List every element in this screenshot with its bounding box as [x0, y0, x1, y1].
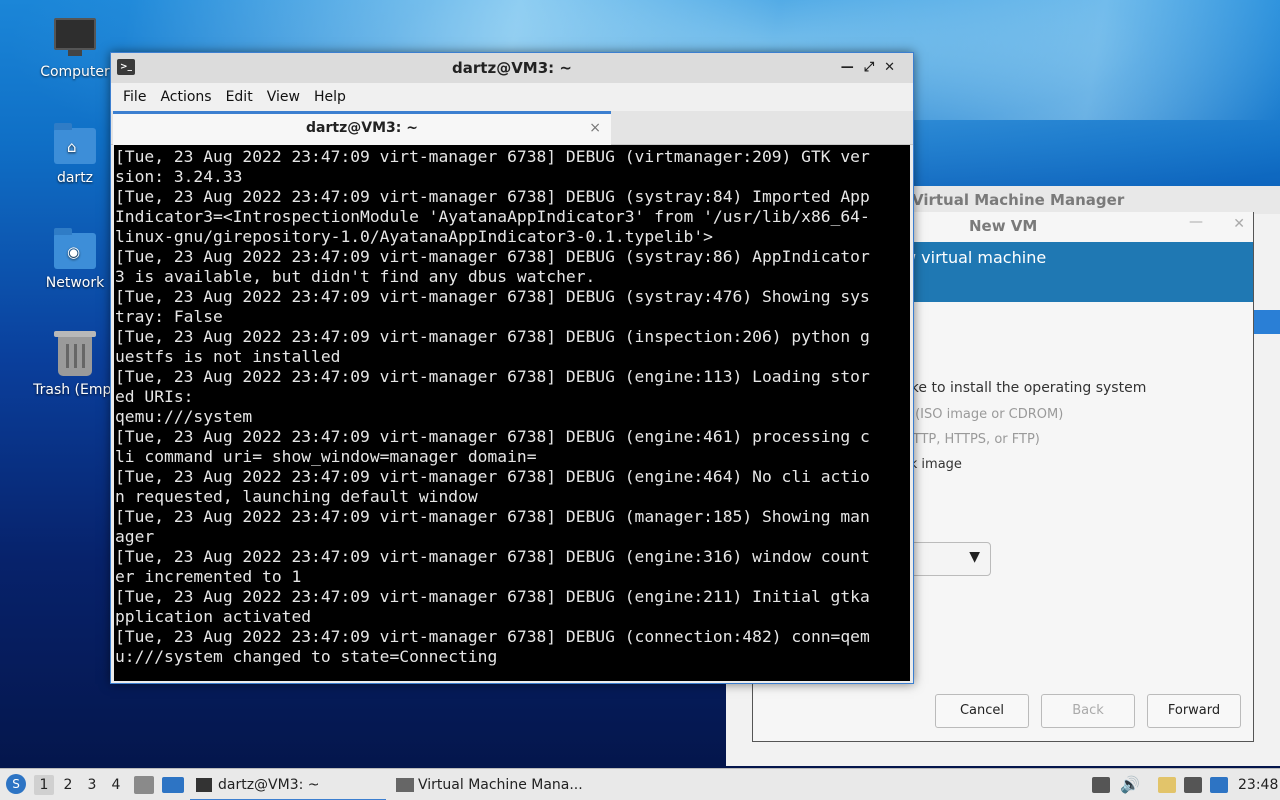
clipboard-icon[interactable]: [1158, 777, 1176, 793]
tab-bar: dartz@VM3: ~ ×: [111, 111, 913, 145]
terminal-line: sion: 3.24.33: [115, 167, 243, 186]
network-folder-icon: ◉: [54, 228, 96, 269]
terminal-line: [Tue, 23 Aug 2022 23:47:09 virt-manager …: [115, 547, 870, 566]
desktop-launcher-icon[interactable]: [162, 777, 184, 793]
terminal-line: [Tue, 23 Aug 2022 23:47:09 virt-manager …: [115, 147, 870, 166]
terminal-line: n requested, launching default window: [115, 487, 478, 506]
terminal-line: ager: [115, 527, 155, 546]
terminal-line: [Tue, 23 Aug 2022 23:47:09 virt-manager …: [115, 247, 870, 266]
clock[interactable]: 23:48: [1238, 769, 1278, 800]
menu-help[interactable]: Help: [310, 83, 356, 111]
task-label: Virtual Machine Mana...: [418, 777, 583, 793]
minimize-icon[interactable]: —: [841, 60, 864, 75]
terminal-output[interactable]: [Tue, 23 Aug 2022 23:47:09 virt-manager …: [114, 145, 910, 681]
task-terminal[interactable]: dartz@VM3: ~: [190, 769, 386, 800]
terminal-line: [Tue, 23 Aug 2022 23:47:09 virt-manager …: [115, 507, 870, 526]
terminal-line: er incremented to 1: [115, 567, 302, 586]
close-icon[interactable]: ✕: [1233, 216, 1245, 232]
computer-icon: [54, 18, 96, 56]
taskbar: S 1 2 3 4 dartz@VM3: ~ Virtual Machine M…: [0, 768, 1280, 800]
minimize-icon[interactable]: —: [1189, 214, 1203, 230]
option-network-install[interactable]: HTTP, HTTPS, or FTP): [903, 432, 1040, 447]
terminal-line: [Tue, 23 Aug 2022 23:47:09 virt-manager …: [115, 587, 870, 606]
back-button[interactable]: Back: [1041, 694, 1135, 728]
workspace-1[interactable]: 1: [34, 775, 54, 795]
terminal-line: [Tue, 23 Aug 2022 23:47:09 virt-manager …: [115, 427, 870, 446]
close-icon[interactable]: ✕: [884, 60, 905, 75]
tray-up-arrow-icon[interactable]: [1092, 777, 1110, 793]
home-folder-icon: ⌂: [54, 123, 96, 164]
terminal-line: pplication activated: [115, 607, 312, 626]
terminal-icon: [196, 778, 212, 792]
terminal-icon: >_: [117, 59, 135, 75]
tab-terminal[interactable]: dartz@VM3: ~ ×: [113, 111, 611, 145]
terminal-line: tray: False: [115, 307, 223, 326]
terminal-line: Indicator3=<IntrospectionModule 'Ayatana…: [115, 207, 870, 226]
window-title: dartz@VM3: ~: [452, 59, 572, 77]
workspace-4[interactable]: 4: [106, 775, 126, 795]
terminal-line: [Tue, 23 Aug 2022 23:47:09 virt-manager …: [115, 327, 870, 346]
task-label: dartz@VM3: ~: [218, 777, 320, 793]
terminal-titlebar[interactable]: >_ dartz@VM3: ~ —⤢✕: [111, 53, 913, 83]
file-manager-launcher-icon[interactable]: [134, 776, 154, 794]
volume-icon[interactable]: 🔊: [1120, 769, 1140, 800]
terminal-line: [Tue, 23 Aug 2022 23:47:09 virt-manager …: [115, 187, 870, 206]
terminal-line: [Tue, 23 Aug 2022 23:47:09 virt-manager …: [115, 287, 870, 306]
menu-view[interactable]: View: [263, 83, 310, 111]
chevron-down-icon: ▼: [969, 549, 980, 565]
forward-button[interactable]: Forward: [1147, 694, 1241, 728]
workspace-2[interactable]: 2: [58, 775, 78, 795]
workspace-3[interactable]: 3: [82, 775, 102, 795]
maximize-icon[interactable]: ⤢: [864, 60, 884, 75]
cancel-button[interactable]: Cancel: [935, 694, 1029, 728]
terminal-line: linux-gnu/girepository-1.0/AyatanaAppInd…: [115, 227, 713, 246]
terminal-line: 3 is available, but didn't find any dbus…: [115, 267, 596, 286]
tab-label: dartz@VM3: ~: [306, 120, 418, 136]
task-virtual-machine-manager[interactable]: Virtual Machine Mana...: [392, 769, 592, 800]
terminal-line: uestfs is not installed: [115, 347, 341, 366]
window-controls: —⤢✕: [841, 53, 905, 83]
terminal-line: ed URIs:: [115, 387, 194, 406]
update-notifier-icon[interactable]: [1210, 777, 1228, 793]
terminal-line: [Tue, 23 Aug 2022 23:47:09 virt-manager …: [115, 467, 870, 486]
vmm-selected-row[interactable]: [1254, 310, 1280, 334]
start-menu-icon[interactable]: S: [6, 774, 26, 794]
install-method-question: like to install the operating system: [903, 380, 1147, 396]
menu-bar: File Actions Edit View Help: [111, 83, 913, 111]
menu-edit[interactable]: Edit: [222, 83, 263, 111]
terminal-window[interactable]: >_ dartz@VM3: ~ —⤢✕ File Actions Edit Vi…: [110, 52, 914, 684]
terminal-line: u:///system changed to state=Connecting: [115, 647, 498, 666]
menu-file[interactable]: File: [119, 83, 156, 111]
virt-manager-icon: [396, 778, 414, 792]
trash-icon: [54, 331, 96, 376]
network-icon[interactable]: [1184, 777, 1202, 793]
architecture-dropdown[interactable]: ▼: [903, 542, 991, 576]
terminal-line: li command uri= show_window=manager doma…: [115, 447, 537, 466]
option-local-media[interactable]: a (ISO image or CDROM): [903, 407, 1063, 422]
terminal-line: [Tue, 23 Aug 2022 23:47:09 virt-manager …: [115, 627, 870, 646]
terminal-line: [Tue, 23 Aug 2022 23:47:09 virt-manager …: [115, 367, 870, 386]
terminal-line: qemu:///system: [115, 407, 253, 426]
tab-close-icon[interactable]: ×: [589, 114, 601, 142]
menu-actions[interactable]: Actions: [156, 83, 221, 111]
new-vm-banner-text: w virtual machine: [903, 248, 1047, 267]
